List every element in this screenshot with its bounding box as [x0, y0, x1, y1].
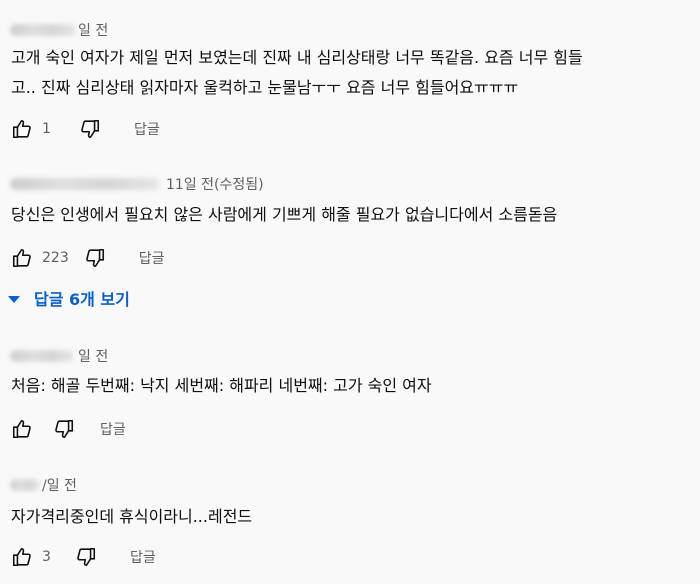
thumbs-down-icon[interactable] — [83, 246, 107, 270]
comment-timestamp[interactable]: 일 전 — [78, 20, 108, 40]
thumbs-down-icon[interactable] — [74, 545, 98, 569]
comment-text-line: 처음: 해골 두번째: 낙지 세번째: 해파리 네번째: 고가 숙인 여자 — [11, 376, 432, 395]
comment-timestamp[interactable]: 일 전 — [78, 346, 108, 366]
caret-down-icon — [8, 295, 20, 303]
thumbs-up-icon[interactable] — [10, 117, 34, 141]
like-count: 1 — [42, 121, 51, 137]
comment-actions: 3 답글 — [10, 545, 156, 569]
comment-actions: 223 답글 — [10, 246, 165, 270]
reply-button[interactable]: 답글 — [134, 119, 160, 139]
comment-timestamp[interactable]: /일 전 — [42, 475, 77, 495]
view-replies-label: 답글 6개 보기 — [34, 290, 130, 309]
author-name-redacted[interactable] — [10, 24, 76, 36]
comment-actions: 답글 — [10, 417, 126, 441]
comment-text-line: 자가격리중인데 휴식이라니...레전드 — [11, 507, 253, 526]
reply-button[interactable]: 답글 — [130, 547, 156, 567]
comment-header: 일 전 — [10, 21, 108, 39]
author-name-redacted[interactable] — [10, 479, 40, 491]
comment-text-line: 고.. 진짜 심리상태 읽자마자 울컥하고 눈물남ㅜㅜ 요즘 너무 힘들어요ㅠㅠ… — [11, 78, 519, 97]
thumbs-up-icon[interactable] — [10, 246, 34, 270]
reply-button[interactable]: 답글 — [100, 419, 126, 439]
like-count: 223 — [42, 250, 69, 266]
comment-text-line: 고개 숙인 여자가 제일 먼저 보였는데 진짜 내 심리상태랑 너무 똑같음. … — [11, 48, 583, 67]
view-replies-button[interactable]: 답글 6개 보기 — [8, 286, 130, 310]
reply-button[interactable]: 답글 — [139, 248, 165, 268]
thumbs-up-icon[interactable] — [10, 417, 34, 441]
comment-header: 일 전 — [10, 347, 108, 365]
comment-actions: 1 답글 — [10, 117, 160, 141]
thumbs-up-icon[interactable] — [10, 545, 34, 569]
like-count: 3 — [42, 549, 51, 565]
comment-timestamp[interactable]: 11일 전(수정됨) — [166, 174, 264, 194]
thumbs-down-icon[interactable] — [52, 417, 76, 441]
thumbs-down-icon[interactable] — [78, 117, 102, 141]
comment-header: /일 전 — [10, 476, 77, 494]
comment-text-line: 당신은 인생에서 필요치 않은 사람에게 기쁘게 해줄 필요가 없습니다에서 소… — [11, 205, 558, 224]
author-name-redacted[interactable] — [10, 350, 74, 362]
comment-header: 11일 전(수정됨) — [10, 175, 264, 193]
author-name-redacted[interactable] — [10, 178, 160, 190]
